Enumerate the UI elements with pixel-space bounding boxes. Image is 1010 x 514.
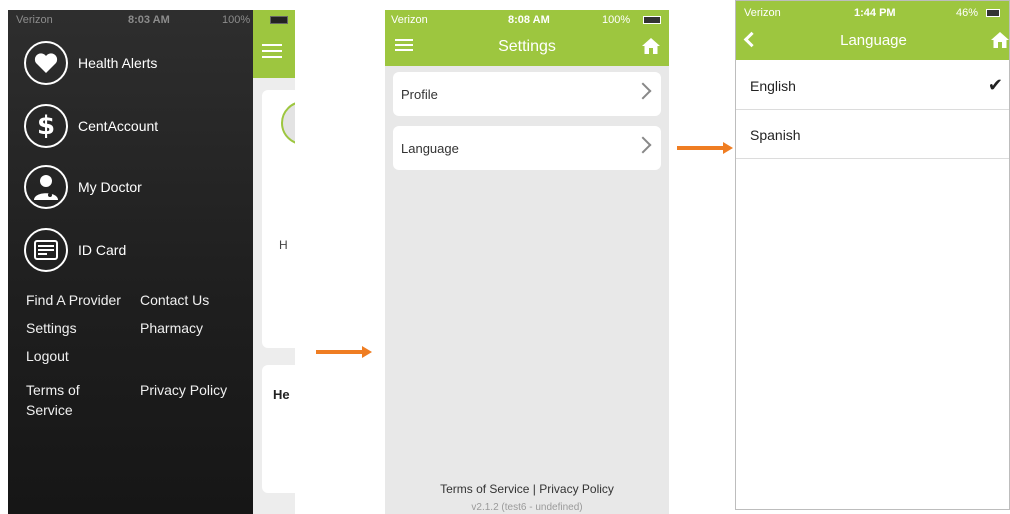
language-screen: Verizon 1:44 PM 46% Language English ✔ S… — [735, 0, 1010, 510]
privacy-policy-link[interactable]: Privacy Policy — [539, 482, 614, 496]
page-title: Language — [840, 32, 907, 49]
menu-item-label: ID Card — [78, 242, 127, 258]
settings-row-profile[interactable]: Profile — [393, 72, 661, 116]
peek-text: H — [279, 238, 288, 252]
navigation-drawer: Verizon 8:03 AM 100% Health Alerts $ Cen… — [8, 10, 288, 514]
menu-item-label: CentAccount — [78, 118, 159, 134]
carrier-label: Verizon — [16, 14, 53, 26]
status-time: 1:44 PM — [854, 7, 896, 19]
menu-item-label: My Doctor — [78, 179, 142, 195]
home-icon[interactable] — [641, 37, 661, 55]
privacy-policy-link[interactable]: Privacy Policy — [140, 380, 227, 400]
status-bar: Verizon 1:44 PM 46% — [736, 1, 1009, 23]
settings-row-language[interactable]: Language — [393, 126, 661, 170]
version-label: v2.1.2 (test6 - undefined) — [471, 502, 583, 513]
arrow-icon — [316, 346, 372, 358]
chevron-right-icon — [634, 136, 652, 154]
menu-item-centaccount[interactable]: $ CentAccount — [24, 104, 158, 148]
menu-item-label: Health Alerts — [78, 55, 158, 71]
page-title: Settings — [498, 38, 556, 55]
menu-item-id-card[interactable]: ID Card — [24, 228, 126, 272]
doctor-icon — [24, 165, 68, 209]
battery-icon — [643, 16, 661, 24]
menu-item-health-alerts[interactable]: Health Alerts — [24, 41, 157, 85]
battery-icon — [986, 9, 1000, 17]
status-bar: Verizon 8:08 AM 100% — [385, 10, 669, 32]
battery-label: 100% — [602, 14, 631, 26]
footer-links: Terms of Service | Privacy Policy — [385, 482, 669, 496]
footer-separator: | — [532, 482, 536, 496]
contact-us-link[interactable]: Contact Us — [140, 290, 209, 310]
arrow-icon — [677, 142, 733, 154]
checkmark-icon: ✔ — [987, 75, 1003, 95]
hamburger-menu-icon[interactable] — [262, 44, 282, 58]
settings-screen: Verizon 8:08 AM 100% Settings Profile La… — [385, 10, 669, 514]
side-menu-screen: H He Verizon 8:03 AM 100% Health Alerts … — [8, 10, 295, 514]
status-time: 8:08 AM — [508, 14, 550, 26]
status-bar: Verizon 8:03 AM 100% — [8, 10, 295, 32]
status-time: 8:03 AM — [128, 14, 170, 26]
id-card-icon — [24, 228, 68, 272]
row-label: Profile — [401, 86, 438, 102]
chevron-right-icon — [634, 82, 652, 100]
terms-of-service-link[interactable]: Terms of Service — [26, 380, 106, 420]
carrier-label: Verizon — [391, 14, 428, 26]
dollar-icon: $ — [24, 104, 68, 148]
menu-item-my-doctor[interactable]: My Doctor — [24, 165, 142, 209]
language-option-spanish[interactable]: Spanish — [736, 111, 1009, 159]
language-option-english[interactable]: English ✔ — [736, 62, 1009, 110]
settings-link[interactable]: Settings — [26, 318, 77, 338]
heart-icon — [24, 41, 68, 85]
logout-link[interactable]: Logout — [26, 346, 69, 366]
option-label: English — [750, 77, 796, 94]
terms-of-service-link[interactable]: Terms of Service — [440, 482, 529, 496]
row-label: Language — [401, 140, 459, 156]
home-icon[interactable] — [990, 31, 1010, 49]
find-provider-link[interactable]: Find A Provider — [26, 290, 121, 310]
background-card — [262, 365, 295, 493]
peek-heading: He — [273, 387, 290, 402]
carrier-label: Verizon — [744, 7, 781, 19]
battery-label: 100% — [222, 14, 251, 26]
pharmacy-link[interactable]: Pharmacy — [140, 318, 203, 338]
battery-label: 46% — [956, 7, 979, 19]
battery-icon — [270, 16, 288, 24]
option-label: Spanish — [750, 126, 801, 143]
